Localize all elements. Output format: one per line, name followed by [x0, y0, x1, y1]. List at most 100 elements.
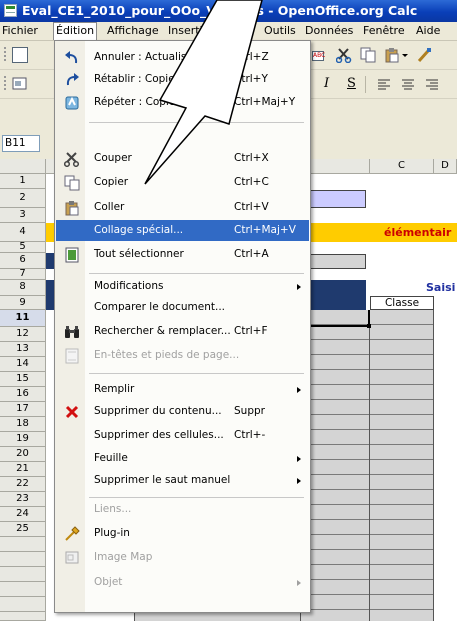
- menu-item-redo[interactable]: Rétablir : Copier Ctrl+Y: [56, 69, 309, 90]
- menu-item-shortcut: Ctrl+Maj+Y: [234, 96, 296, 108]
- menu-item-compare-document[interactable]: Comparer le document...: [56, 297, 309, 318]
- paste-dropdown-icon[interactable]: [402, 54, 408, 57]
- paste-icon[interactable]: [384, 47, 400, 63]
- menu-outils[interactable]: Outils: [264, 22, 296, 40]
- row-header[interactable]: 25: [0, 522, 46, 537]
- row-header[interactable]: [0, 612, 46, 621]
- row-header-selected[interactable]: 11: [0, 310, 46, 327]
- menu-item-fill[interactable]: Remplir: [56, 379, 309, 400]
- menu-item-shortcut: Ctrl+C: [234, 176, 269, 188]
- align-center-icon[interactable]: [400, 76, 416, 92]
- repeat-icon: [64, 95, 80, 111]
- row-header[interactable]: 14: [0, 357, 46, 372]
- window-title: Eval_CE1_2010_pour_OOo_Vierge s - OpenOf…: [22, 3, 418, 18]
- classe-header-cell[interactable]: Classe: [370, 296, 434, 310]
- menu-fenetre[interactable]: Fenêtre: [363, 22, 405, 40]
- align-right-icon[interactable]: [424, 76, 440, 92]
- row-header[interactable]: 5: [0, 242, 46, 253]
- row-header[interactable]: 16: [0, 387, 46, 402]
- menu-item-copy[interactable]: Copier Ctrl+C: [56, 172, 309, 193]
- menu-aide[interactable]: Aide: [416, 22, 440, 40]
- toolbar-grip[interactable]: [4, 76, 6, 92]
- spellcheck-icon[interactable]: ABC: [312, 51, 325, 61]
- menu-item-delete-contents[interactable]: Supprimer du contenu... Suppr: [56, 401, 309, 422]
- clone-brush-icon[interactable]: [416, 47, 432, 63]
- menu-item-label: Annuler : Actualiser les p es: [94, 51, 241, 63]
- menu-affichage[interactable]: Affichage: [107, 22, 159, 40]
- row-header[interactable]: 9: [0, 296, 46, 310]
- row-header[interactable]: [0, 597, 46, 612]
- row-header[interactable]: [0, 537, 46, 552]
- row-header[interactable]: 20: [0, 447, 46, 462]
- scissors-icon: [63, 151, 80, 168]
- menu-fichier[interactable]: Fichier: [2, 22, 38, 40]
- row-header[interactable]: 24: [0, 507, 46, 522]
- row-header[interactable]: 19: [0, 432, 46, 447]
- underline-button[interactable]: S: [347, 76, 356, 92]
- menu-item-delete-manual-break[interactable]: Supprimer le saut manuel: [56, 470, 309, 491]
- menu-item-plugin[interactable]: Plug-in: [56, 523, 309, 544]
- row-header[interactable]: 1: [0, 174, 46, 189]
- row-header[interactable]: 17: [0, 402, 46, 417]
- menu-item-cut[interactable]: Couper Ctrl+X: [56, 148, 309, 169]
- menu-item-label: Liens...: [94, 503, 132, 515]
- name-box[interactable]: B11: [2, 135, 40, 152]
- menu-item-paste-special[interactable]: Collage spécial... Ctrl+Maj+V: [56, 220, 309, 241]
- menu-item-links[interactable]: Liens...: [56, 499, 309, 520]
- menu-item-object[interactable]: Objet: [56, 572, 309, 593]
- menu-item-shortcut: Ctrl+V: [234, 201, 269, 213]
- menu-edition[interactable]: Édition: [53, 22, 98, 40]
- row-header[interactable]: 8: [0, 280, 46, 296]
- menu-separator: [89, 273, 304, 274]
- menu-item-paste[interactable]: Coller Ctrl+V: [56, 197, 309, 218]
- row-header[interactable]: 7: [0, 269, 46, 280]
- cut-icon[interactable]: [335, 47, 352, 64]
- row-header[interactable]: 6: [0, 253, 46, 269]
- menu-item-image-map[interactable]: Image Map: [56, 547, 309, 568]
- menu-item-undo[interactable]: Annuler : Actualiser les p es Ctrl+Z: [56, 47, 309, 68]
- menu-item-delete-cells[interactable]: Supprimer des cellules... Ctrl+-: [56, 425, 309, 446]
- menu-item-repeat[interactable]: Répéter : Copier Ctrl+Maj+Y: [56, 92, 309, 113]
- row-header[interactable]: 15: [0, 372, 46, 387]
- new-document-icon[interactable]: [12, 47, 28, 63]
- row-header[interactable]: 4: [0, 223, 46, 242]
- menu-item-find-replace[interactable]: Rechercher & remplacer... Ctrl+F: [56, 321, 309, 342]
- menu-item-modifications[interactable]: Modifications: [56, 276, 309, 297]
- row-header[interactable]: 18: [0, 417, 46, 432]
- row-header[interactable]: [0, 552, 46, 567]
- row-header[interactable]: [0, 567, 46, 582]
- menu-item-label: Rétablir : Copier: [94, 73, 179, 85]
- delete-x-icon: [64, 404, 80, 420]
- row-header[interactable]: 23: [0, 492, 46, 507]
- menu-donnees[interactable]: Données: [305, 22, 353, 40]
- copy-icon: [64, 175, 80, 191]
- toolbar-grip[interactable]: [4, 47, 6, 63]
- row-header[interactable]: 22: [0, 477, 46, 492]
- align-left-icon[interactable]: [376, 76, 392, 92]
- copy-icon[interactable]: [360, 47, 376, 63]
- menu-format[interactable]: Fo: [226, 22, 239, 40]
- row-header[interactable]: 2: [0, 189, 46, 208]
- italic-button[interactable]: I: [324, 76, 329, 92]
- undo-icon: [64, 50, 80, 66]
- menu-item-select-all[interactable]: Tout sélectionner Ctrl+A: [56, 244, 309, 265]
- column-header-c[interactable]: C: [370, 159, 434, 174]
- menu-item-shortcut: Ctrl+X: [234, 152, 269, 164]
- styles-icon[interactable]: [12, 76, 28, 92]
- row-header[interactable]: 3: [0, 208, 46, 223]
- data-column-c[interactable]: [370, 310, 434, 621]
- menu-item-headers-footers[interactable]: En-têtes et pieds de page...: [56, 345, 309, 366]
- select-all-corner[interactable]: [0, 159, 46, 174]
- calc-app-icon: [4, 4, 17, 17]
- row-header[interactable]: 21: [0, 462, 46, 477]
- menu-insertion[interactable]: Insertion: [168, 22, 216, 40]
- menu-separator: [89, 497, 304, 498]
- row-header[interactable]: 12: [0, 327, 46, 342]
- fill-handle[interactable]: [367, 324, 371, 328]
- row-header[interactable]: [0, 582, 46, 597]
- image-map-icon: [64, 550, 80, 566]
- column-header-d[interactable]: D: [434, 159, 457, 174]
- row-header[interactable]: 13: [0, 342, 46, 357]
- menu-item-sheet[interactable]: Feuille: [56, 448, 309, 469]
- menu-item-label: Modifications: [94, 280, 164, 292]
